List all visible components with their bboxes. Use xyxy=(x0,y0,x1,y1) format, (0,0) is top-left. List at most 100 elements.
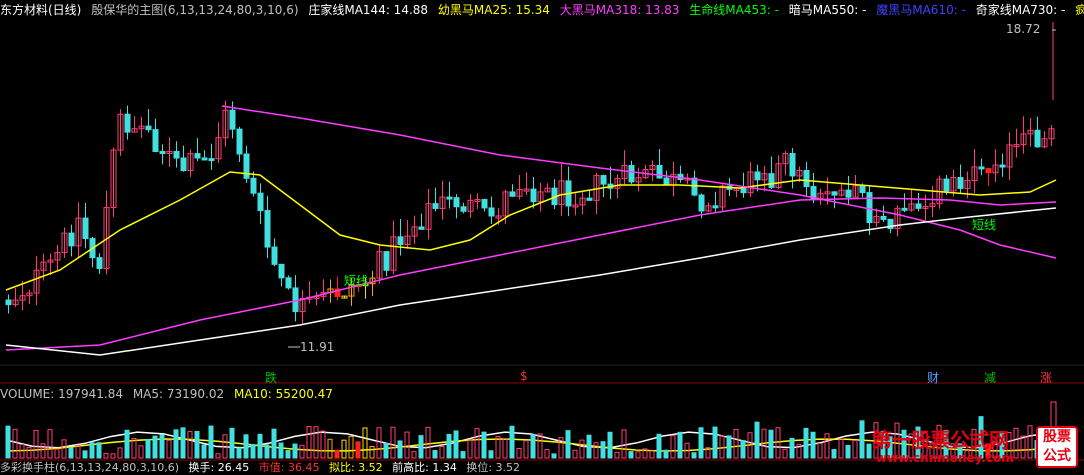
volume-bar xyxy=(75,444,81,459)
volume-bar xyxy=(187,430,193,459)
candle-body xyxy=(488,207,495,217)
watermark: 第一股票公式网 www.chnmoney.com 股票公式 xyxy=(872,424,1078,470)
candle-body xyxy=(236,128,243,155)
candle-body xyxy=(586,197,593,201)
volume-bar xyxy=(320,430,326,459)
volume-bar xyxy=(110,453,116,459)
volume-bar xyxy=(565,430,571,459)
volume-bar xyxy=(530,434,536,459)
volume-bar xyxy=(453,430,459,459)
volume-bar xyxy=(369,445,375,459)
short-line-signal-right: 短线 xyxy=(972,218,997,232)
volume-bar xyxy=(418,435,424,459)
volume-bar xyxy=(537,433,543,459)
volume-bar xyxy=(677,431,683,459)
volume-bar xyxy=(131,437,137,459)
watermark-title: 第一股票公式网 xyxy=(872,428,1009,452)
volume-bar xyxy=(579,439,585,459)
turnover-ratio: 拟比: 3.52 xyxy=(328,461,383,474)
volume-bar xyxy=(404,431,410,459)
candle-body xyxy=(600,175,607,185)
candle-body xyxy=(229,109,236,130)
volume-bar xyxy=(432,450,438,459)
ma144-line xyxy=(5,207,1057,356)
volume-bar xyxy=(334,449,340,459)
volume-bar xyxy=(782,448,788,459)
volume-bar xyxy=(327,438,333,459)
volume-bar xyxy=(621,429,627,459)
volume-bar xyxy=(523,440,529,459)
volume-bar xyxy=(96,442,102,459)
candle-body xyxy=(460,206,467,212)
volume-bar xyxy=(551,453,557,459)
candle-body xyxy=(1034,129,1041,148)
volume-bar xyxy=(586,434,592,459)
candle-body xyxy=(124,113,131,133)
candle-body xyxy=(712,205,719,209)
watermark-url: www.chnmoney.com xyxy=(876,451,1014,465)
volume-bar xyxy=(460,451,466,459)
volume-bar xyxy=(152,435,158,459)
volume-bar xyxy=(481,431,487,459)
candle-body xyxy=(859,185,866,194)
volume-bar xyxy=(12,428,18,459)
candle-body xyxy=(194,153,201,159)
volume-bar xyxy=(215,453,221,459)
volume-bar xyxy=(845,444,851,459)
volume-bar xyxy=(838,438,844,459)
candle-body xyxy=(453,197,460,208)
volume-bar xyxy=(698,427,704,459)
candle-body xyxy=(768,173,775,188)
volume-bar xyxy=(649,450,655,459)
watermark-badge: 股票公式 xyxy=(1036,426,1078,468)
volume-bar xyxy=(201,444,207,459)
volume-bar xyxy=(257,433,263,459)
volume-bar xyxy=(61,439,67,459)
candle-body xyxy=(383,251,390,271)
turnover-item4: 前高比: 1.34 xyxy=(392,461,457,474)
candle-body xyxy=(446,196,453,200)
ma318-line xyxy=(5,197,1057,351)
candle-body xyxy=(418,226,425,230)
volume-bar xyxy=(341,439,347,459)
volume-bar xyxy=(446,433,452,459)
volume-bar xyxy=(824,433,830,459)
volume-ma10: MA10: 55200.47 xyxy=(233,387,333,401)
candle-body xyxy=(159,151,166,155)
candle-body xyxy=(789,153,796,177)
volume-bar xyxy=(26,446,32,459)
volume-bar xyxy=(600,441,606,459)
short-line-signal-left: 短线 xyxy=(344,274,369,288)
turnover-formula[interactable]: 多彩换手柱(6,13,13,24,80,3,10,6) xyxy=(0,461,179,474)
candle-layer xyxy=(5,22,1056,348)
candle-body xyxy=(5,299,12,306)
candle-body xyxy=(698,194,705,212)
candle-body xyxy=(96,257,103,269)
candle-body xyxy=(901,207,908,211)
volume-bar xyxy=(411,451,417,459)
volume-bar xyxy=(236,447,242,459)
volume-bar xyxy=(866,443,872,459)
candle-body xyxy=(173,150,180,159)
volume-bar xyxy=(264,444,270,459)
volume-bar xyxy=(726,435,732,459)
volume-bar xyxy=(474,428,480,459)
volume-bar xyxy=(306,425,312,459)
volume-bar xyxy=(47,429,53,459)
candle-body xyxy=(278,263,285,279)
volume-bar xyxy=(376,427,382,459)
volume-bar xyxy=(425,426,431,459)
candle-body xyxy=(754,171,761,181)
candle-body xyxy=(271,246,278,265)
candle-body xyxy=(999,164,1006,168)
volume-bar xyxy=(509,425,515,459)
volume-bar xyxy=(5,425,11,459)
volume-bar xyxy=(40,443,46,459)
candle-body xyxy=(432,203,439,209)
candle-body xyxy=(915,203,922,209)
volume-bar xyxy=(103,452,109,459)
volume-bar xyxy=(397,440,403,459)
volume-bar xyxy=(208,425,214,459)
volume-bar xyxy=(656,433,662,459)
volume-bar xyxy=(831,449,837,459)
